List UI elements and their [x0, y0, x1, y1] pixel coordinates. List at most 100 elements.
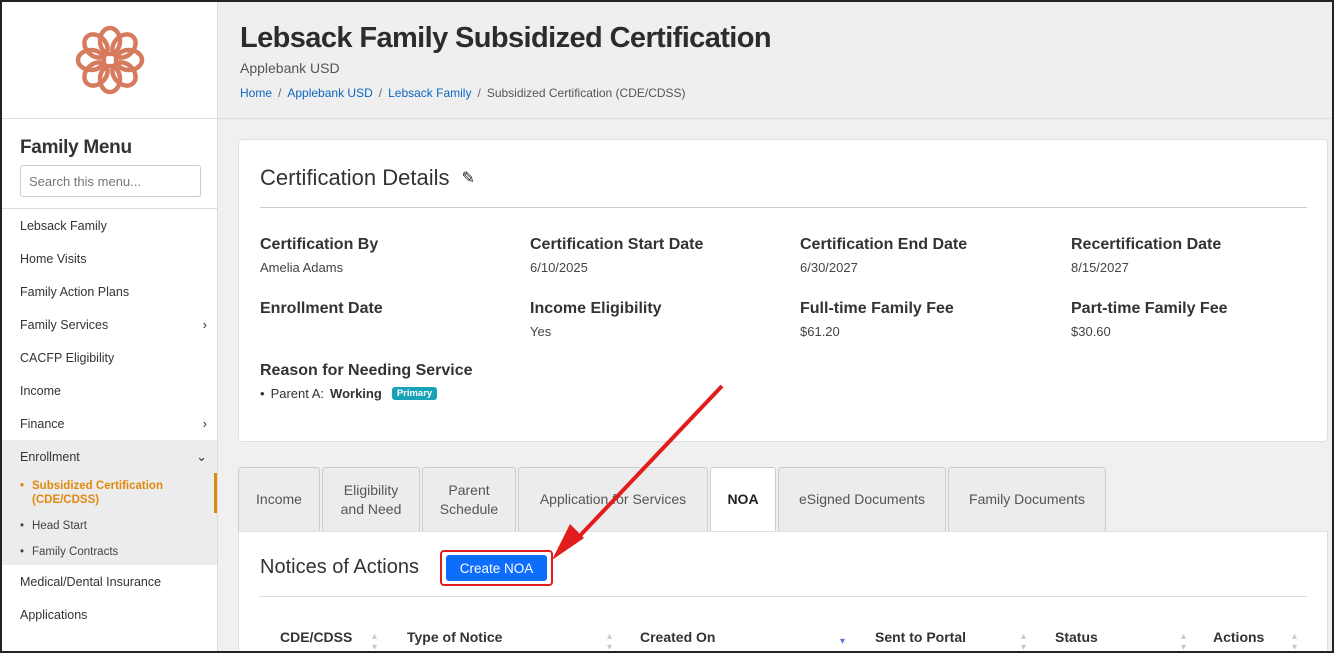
column-header-created-on[interactable]: Created On — [640, 629, 715, 645]
tab-label: eSigned Documents — [798, 491, 926, 507]
sort-icon[interactable]: ▴ ▾ — [1181, 631, 1186, 651]
bullet-icon: • — [20, 480, 25, 492]
sidebar-item-label: Enrollment — [20, 449, 80, 464]
sidebar-subitem-label: Head Start — [32, 520, 87, 532]
sidebar-item-label: CACFP Eligibility — [20, 350, 115, 365]
breadcrumb-separator: / — [278, 86, 282, 100]
column-header-type-of-notice[interactable]: Type of Notice — [407, 629, 502, 645]
column-label: Status — [1055, 629, 1098, 645]
sort-icon[interactable]: ▴ ▾ — [607, 631, 612, 651]
certification-details-card: Certification Details ✎ Certification By… — [238, 139, 1328, 442]
sidebar-subitem-label: Family Contracts — [32, 546, 119, 558]
field-value: 6/10/2025 — [530, 260, 588, 275]
reason-for-needing-service: Reason for Needing Service • Parent A: W… — [260, 362, 473, 401]
tab-application-for-services[interactable]: Application for Services — [518, 467, 708, 531]
tab-parent-schedule[interactable]: Parent Schedule — [422, 467, 516, 531]
app-window: Family Menu Lebsack Family Home Visits F… — [0, 0, 1334, 653]
create-noa-button[interactable]: Create NOA — [446, 555, 547, 581]
tab-esigned-documents[interactable]: eSigned Documents — [778, 467, 946, 531]
sidebar-item-medical-dental-insurance[interactable]: Medical/Dental Insurance — [2, 565, 217, 598]
tab-eligibility-and-need[interactable]: Eligibility and Need — [322, 467, 420, 531]
sidebar-item-cacfp-eligibility[interactable]: CACFP Eligibility — [2, 341, 217, 374]
reason-label: Reason for Needing Service — [260, 362, 473, 379]
breadcrumb-lebsack-family[interactable]: Lebsack Family — [388, 86, 471, 100]
sidebar-item-applications[interactable]: Applications — [2, 598, 217, 631]
reason-parent: Parent A: — [270, 386, 325, 401]
field-label: Certification By — [260, 236, 379, 253]
field-label: Certification Start Date — [530, 236, 704, 253]
chevron-down-icon: ⌄ — [196, 448, 207, 464]
card-title: Certification Details ✎ — [260, 165, 475, 191]
sidebar-item-lebsack-family[interactable]: Lebsack Family — [2, 209, 217, 242]
tab-label: Income — [256, 491, 302, 507]
breadcrumb-current: Subsidized Certification (CDE/CDSS) — [486, 86, 686, 100]
sidebar-item-label: Lebsack Family — [20, 218, 107, 233]
tab-family-documents[interactable]: Family Documents — [948, 467, 1106, 531]
tab-bar: Income Eligibility and Need Parent Sched… — [238, 467, 1108, 531]
sidebar-item-family-action-plans[interactable]: Family Action Plans — [2, 275, 217, 308]
sidebar-item-income[interactable]: Income — [2, 374, 217, 407]
family-sidebar: Family Menu Lebsack Family Home Visits F… — [2, 2, 218, 651]
logo[interactable] — [2, 2, 217, 119]
page-header: Lebsack Family Subsidized Certification … — [218, 2, 1332, 119]
field-label: Enrollment Date — [260, 300, 383, 317]
field-certification-start-date: Certification Start Date 6/10/2025 — [530, 236, 703, 275]
field-part-time-family-fee: Part-time Family Fee $30.60 — [1071, 300, 1228, 339]
column-header-cde-cdss[interactable]: CDE/CDSS — [280, 629, 352, 645]
sidebar-item-finance[interactable]: Finance › — [2, 407, 217, 440]
sort-icon[interactable]: ▴ ▾ — [372, 631, 377, 651]
sidebar-item-label: Medical/Dental Insurance — [20, 574, 162, 589]
pencil-edit-icon[interactable]: ✎ — [462, 168, 475, 188]
breadcrumb-applebank-usd[interactable]: Applebank USD — [287, 86, 372, 100]
notices-of-actions-title: Notices of Actions — [260, 556, 419, 578]
field-label: Full-time Family Fee — [800, 300, 954, 317]
sidebar-item-enrollment[interactable]: Enrollment ⌄ — [2, 440, 217, 473]
breadcrumb-separator: / — [378, 86, 383, 100]
field-enrollment-date: Enrollment Date — [260, 300, 383, 324]
certification-details-title: Certification Details — [260, 165, 450, 190]
menu-search-input[interactable] — [20, 165, 201, 197]
sidebar-item-family-services[interactable]: Family Services › — [2, 308, 217, 341]
breadcrumb: Home / Applebank USD / Lebsack Family / Subsid… — [240, 86, 1314, 100]
bullet-icon: • — [20, 546, 25, 558]
column-label: Created On — [640, 629, 716, 645]
sidebar-subitem-family-contracts[interactable]: • Family Contracts — [2, 539, 217, 565]
column-header-actions[interactable]: Actions — [1213, 629, 1264, 645]
card-divider — [260, 207, 1307, 208]
tab-noa[interactable]: NOA — [710, 467, 776, 531]
flower-logo-icon — [75, 25, 144, 95]
bullet-icon: • — [260, 386, 265, 401]
tab-label: Application for Services — [539, 491, 687, 507]
field-value: $30.60 — [1071, 324, 1111, 339]
tab-label: Parent Schedule — [439, 481, 499, 517]
field-recertification-date: Recertification Date 8/15/2027 — [1071, 236, 1221, 275]
column-header-status[interactable]: Status — [1055, 629, 1098, 645]
field-value: 8/15/2027 — [1071, 260, 1129, 275]
sort-descending-icon[interactable]: ▾ — [840, 636, 845, 647]
breadcrumb-home[interactable]: Home — [240, 86, 272, 100]
chevron-right-icon: › — [202, 416, 207, 431]
sort-icon[interactable]: ▴ ▾ — [1021, 631, 1026, 651]
page-subtitle: Applebank USD — [240, 60, 340, 76]
enrollment-submenu: • Subsidized Certification (CDE/CDSS) • He… — [2, 473, 217, 565]
sidebar-subitem-subsidized-certification[interactable]: • Subsidized Certification (CDE/CDSS) — [2, 473, 217, 513]
field-label: Recertification Date — [1071, 236, 1222, 253]
field-full-time-family-fee: Full-time Family Fee $61.20 — [800, 300, 954, 339]
sidebar-subitem-head-start[interactable]: • Head Start — [2, 513, 217, 539]
column-header-sent-to-portal[interactable]: Sent to Portal — [875, 629, 966, 645]
field-value: Yes — [530, 324, 552, 339]
primary-badge: Primary — [391, 387, 438, 400]
chevron-right-icon: › — [202, 317, 207, 332]
column-label: Actions — [1213, 629, 1265, 645]
field-value: 6/30/2027 — [800, 260, 858, 275]
sidebar-item-home-visits[interactable]: Home Visits — [2, 242, 217, 275]
breadcrumb-separator: / — [477, 86, 481, 100]
page-title: Lebsack Family Subsidized Certification — [240, 22, 772, 54]
sidebar-item-label: Family Action Plans — [20, 284, 130, 299]
sort-icon[interactable]: ▴ ▾ — [1292, 631, 1297, 651]
sidebar-item-label: Family Services — [20, 317, 109, 332]
reason-value: Working — [330, 386, 382, 401]
tab-income[interactable]: Income — [238, 467, 320, 531]
reason-row: • Parent A: Working Primary — [260, 386, 473, 401]
sidebar-menu: Lebsack Family Home Visits Family Action… — [2, 209, 217, 631]
